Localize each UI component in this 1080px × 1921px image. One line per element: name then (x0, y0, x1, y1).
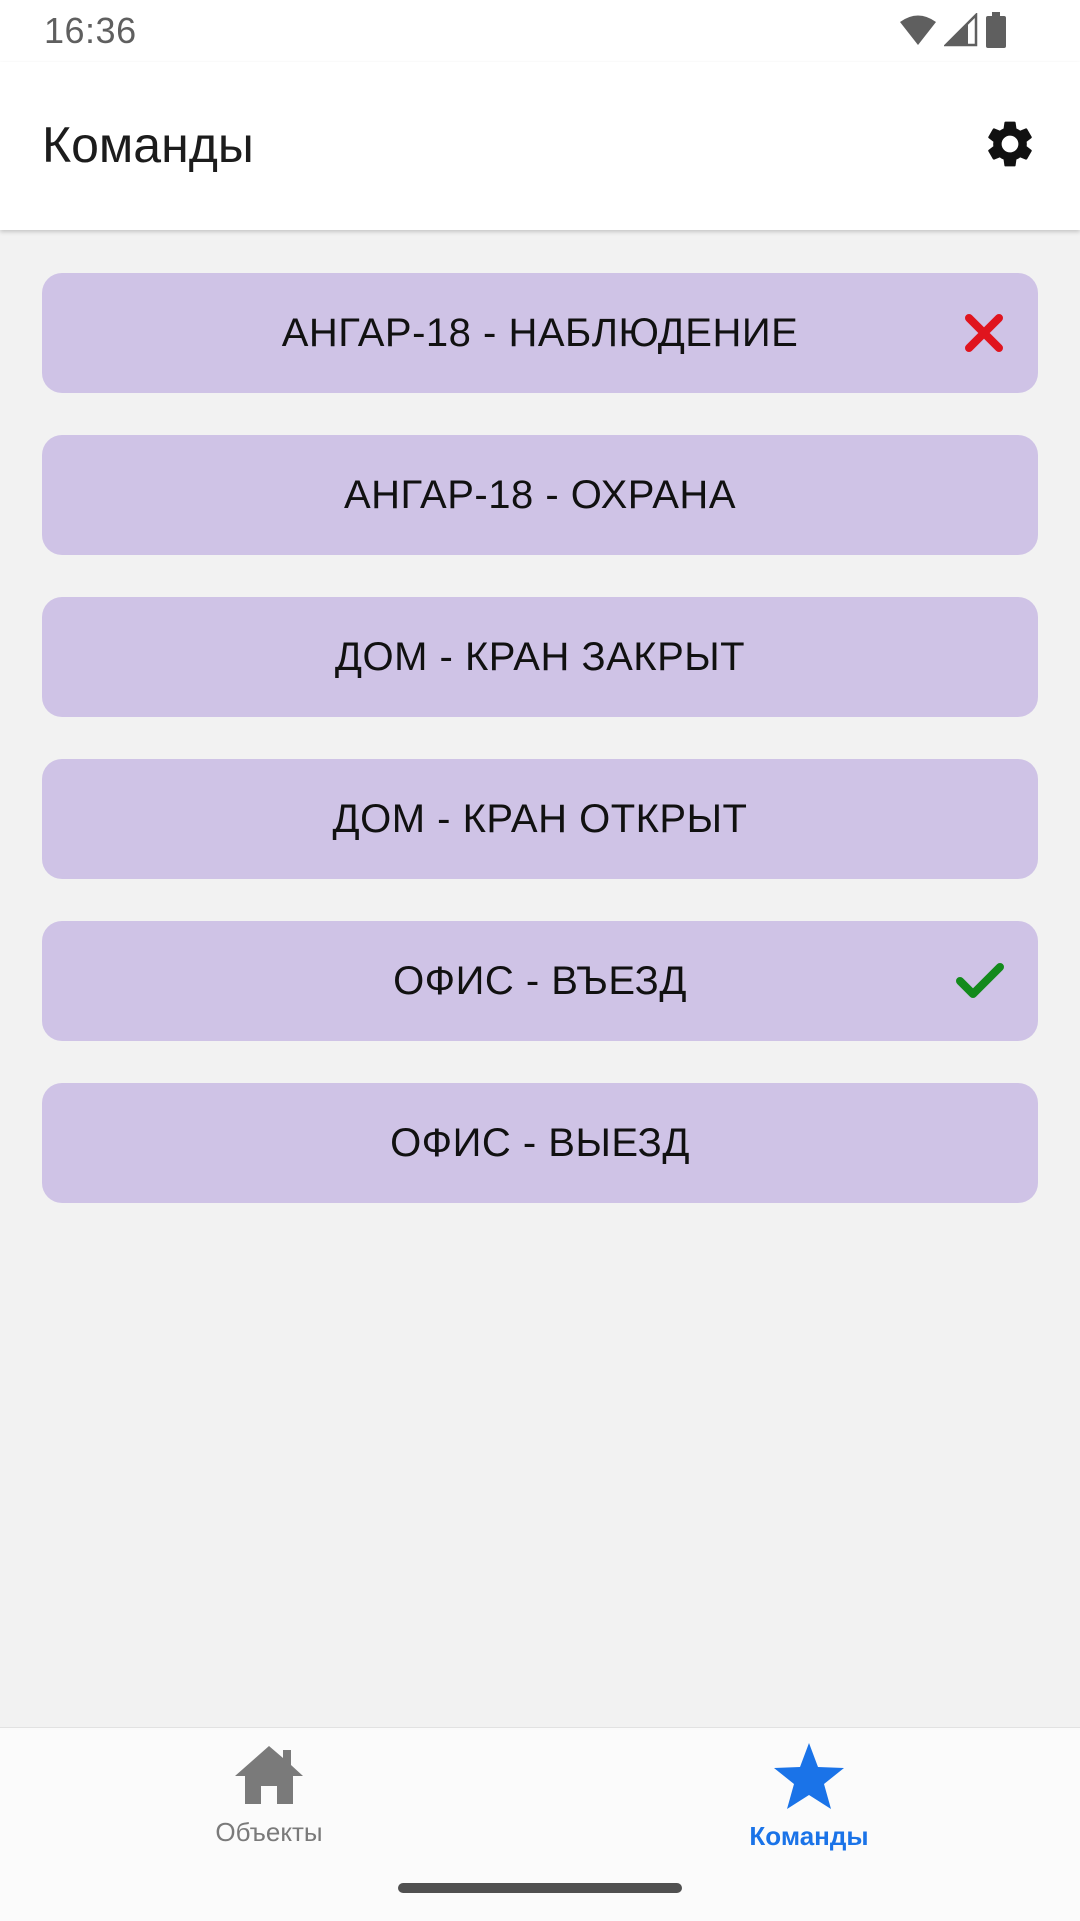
home-icon (233, 1742, 305, 1811)
command-button[interactable]: ДОМ - КРАН ОТКРЫТ (42, 759, 1038, 879)
command-button[interactable]: АНГАР-18 - ОХРАНА (42, 435, 1038, 555)
command-label: ОФИС - ВЪЕЗД (393, 958, 687, 1003)
success-check-icon (956, 957, 1004, 1005)
status-time: 16:36 (44, 10, 137, 51)
error-cross-icon (960, 309, 1008, 357)
star-icon (773, 1742, 845, 1815)
command-label: АНГАР-18 - ОХРАНА (343, 472, 736, 517)
app-header: Команды (0, 62, 1080, 230)
gesture-navigation-bar[interactable] (398, 1883, 682, 1893)
tab-objects[interactable]: Объекты (169, 1742, 369, 1862)
command-button[interactable]: АНГАР-18 - НАБЛЮДЕНИЕ (42, 273, 1038, 393)
cellular-signal-icon (942, 11, 978, 52)
wifi-icon (898, 13, 938, 52)
battery-icon (984, 11, 1008, 54)
commands-list: АНГАР-18 - НАБЛЮДЕНИЕ АНГАР-18 - ОХРАНА … (42, 273, 1038, 1203)
settings-button[interactable] (978, 114, 1042, 178)
command-label: ДОМ - КРАН ОТКРЫТ (332, 796, 748, 841)
command-button[interactable]: ОФИС - ВЪЕЗД (42, 921, 1038, 1041)
status-bar: 16:36 (0, 0, 1080, 62)
gear-icon (982, 116, 1038, 177)
command-label: ОФИС - ВЫЕЗД (390, 1120, 690, 1165)
tab-label: Команды (749, 1821, 869, 1851)
command-button[interactable]: ДОМ - КРАН ЗАКРЫТ (42, 597, 1038, 717)
command-button[interactable]: ОФИС - ВЫЕЗД (42, 1083, 1038, 1203)
tab-label: Объекты (215, 1817, 323, 1847)
page-title: Команды (42, 117, 254, 173)
status-icons (898, 11, 1008, 54)
command-label: ДОМ - КРАН ЗАКРЫТ (334, 634, 746, 679)
tab-commands[interactable]: Команды (709, 1742, 909, 1862)
command-label: АНГАР-18 - НАБЛЮДЕНИЕ (281, 310, 799, 355)
